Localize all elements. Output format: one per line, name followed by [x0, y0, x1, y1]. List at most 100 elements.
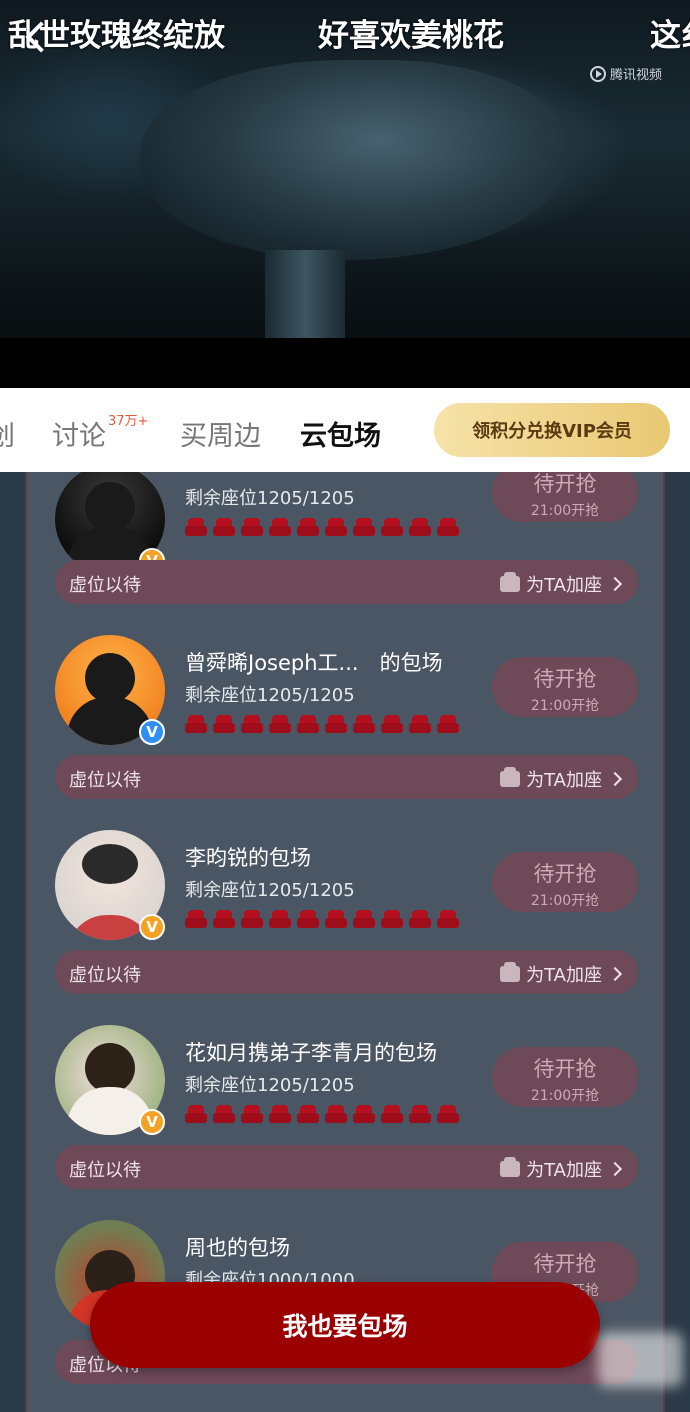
seat-icon: [297, 715, 319, 733]
sofa-icon: [500, 1157, 521, 1177]
seat-icon: [297, 518, 319, 536]
seat-icon: [185, 1105, 207, 1123]
grab-time: 21:00开抢: [530, 1088, 600, 1104]
grab-status: 待开抢: [533, 1057, 597, 1081]
create-screening-button[interactable]: 我也要包场: [90, 1282, 600, 1368]
seat-icon: [269, 910, 291, 928]
seat-row: [185, 715, 459, 733]
tab-discuss[interactable]: 讨论: [52, 414, 106, 453]
card-title: 花如月携弟子李青月的包场: [185, 1041, 437, 1065]
card-title: 曾舜晞Joseph工... 的包场: [185, 651, 443, 675]
seat-bar: 虚位以待 为TA加座: [55, 950, 638, 994]
grab-time: 21:00开抢: [530, 893, 600, 909]
seat-icon: [241, 518, 263, 536]
vacant-label: 虚位以待: [69, 575, 141, 596]
add-seat-label: 为TA加座: [526, 1160, 602, 1181]
seat-icon: [353, 1105, 375, 1123]
seat-icon: [185, 910, 207, 928]
seat-row: [185, 910, 459, 928]
seat-icon: [353, 518, 375, 536]
seat-icon: [213, 518, 235, 536]
seat-icon: [213, 910, 235, 928]
screening-card: V 曾舜晞Joseph工... 的包场 剩余座位1205/1205 待开抢 21…: [27, 615, 663, 810]
avatar-head: [85, 482, 135, 532]
grab-time: 21:00开抢: [530, 698, 600, 714]
vip-exchange-button[interactable]: 领积分兑换VIP会员: [434, 403, 670, 457]
seat-icon: [325, 1105, 347, 1123]
seat-icon: [353, 910, 375, 928]
seat-bar: 虚位以待 为TA加座: [55, 755, 638, 799]
seat-icon: [269, 518, 291, 536]
seat-icon: [213, 1105, 235, 1123]
add-seat-label: 为TA加座: [526, 770, 602, 791]
seat-icon: [325, 910, 347, 928]
tab-partial[interactable]: 创: [0, 414, 15, 453]
seat-icon: [297, 1105, 319, 1123]
seat-icon: [297, 910, 319, 928]
add-seat-button[interactable]: 为TA加座: [500, 961, 623, 987]
avatar-head: [85, 1043, 135, 1093]
seat-icon: [241, 1105, 263, 1123]
vacant-label: 虚位以待: [69, 770, 141, 791]
verified-badge-icon: V: [139, 719, 165, 745]
sofa-icon: [500, 962, 521, 982]
seat-bar: 虚位以待 为TA加座: [55, 1145, 638, 1189]
seat-icon: [269, 715, 291, 733]
screening-card: V 剩余座位1205/1205 待开抢 21:00开抢 虚位以待 为TA加座: [27, 472, 663, 615]
tab-merch[interactable]: 买周边: [180, 414, 261, 453]
avatar-head: [82, 844, 138, 884]
danmaku-comment: 这纟: [650, 18, 690, 54]
seat-count: 剩余座位1205/1205: [185, 488, 355, 509]
card-title: 周也的包场: [185, 1236, 290, 1260]
grab-pending-button[interactable]: 待开抢 21:00开抢: [492, 1047, 638, 1107]
verified-badge-icon: V: [139, 914, 165, 940]
video-player[interactable]: 乱世玫瑰终绽放 好喜欢姜桃花 这纟 腾讯视频: [0, 0, 690, 388]
sofa-icon: [500, 767, 521, 787]
seat-icon: [185, 715, 207, 733]
blurred-watermark: [598, 1332, 683, 1387]
seat-row: [185, 1105, 459, 1123]
grab-status: 待开抢: [533, 667, 597, 691]
chevron-right-icon: [607, 1161, 623, 1177]
seat-icon: [185, 518, 207, 536]
vacant-label: 虚位以待: [69, 1160, 141, 1181]
vacant-label: 虚位以待: [69, 965, 141, 986]
grab-pending-button[interactable]: 待开抢 21:00开抢: [492, 657, 638, 717]
add-seat-button[interactable]: 为TA加座: [500, 1156, 623, 1182]
seat-count: 剩余座位1205/1205: [185, 1075, 355, 1096]
grab-status: 待开抢: [533, 472, 597, 496]
add-seat-button[interactable]: 为TA加座: [500, 766, 623, 792]
seat-icon: [381, 1105, 403, 1123]
grab-time: 21:00开抢: [530, 503, 600, 519]
avatar-head: [85, 653, 135, 703]
tencent-logo-icon: [590, 65, 606, 82]
tab-cloud-screening[interactable]: 云包场: [300, 414, 381, 453]
sofa-icon: [500, 572, 521, 592]
seat-icon: [213, 715, 235, 733]
seat-icon: [269, 1105, 291, 1123]
chevron-right-icon: [607, 771, 623, 787]
grab-status: 待开抢: [533, 1252, 597, 1276]
watermark-text: 腾讯视频: [610, 68, 663, 83]
seat-icon: [353, 715, 375, 733]
card-title: 李昀锐的包场: [185, 846, 311, 870]
add-seat-label: 为TA加座: [526, 965, 602, 986]
seat-icon: [381, 910, 403, 928]
seat-bar: 虚位以待 为TA加座: [55, 560, 638, 604]
add-seat-label: 为TA加座: [526, 575, 602, 596]
grab-pending-button[interactable]: 待开抢 21:00开抢: [492, 472, 638, 522]
seat-icon: [325, 518, 347, 536]
seat-icon: [437, 1105, 459, 1123]
seat-icon: [409, 518, 431, 536]
seat-count: 剩余座位1205/1205: [185, 685, 355, 706]
grab-status: 待开抢: [533, 862, 597, 886]
seat-icon: [241, 715, 263, 733]
seat-icon: [241, 910, 263, 928]
seat-icon: [381, 518, 403, 536]
tencent-video-watermark: 腾讯视频: [590, 64, 662, 83]
add-seat-button[interactable]: 为TA加座: [500, 571, 623, 597]
seat-icon: [409, 1105, 431, 1123]
grab-pending-button[interactable]: 待开抢 21:00开抢: [492, 852, 638, 912]
tab-bar: 创 讨论 37万+ 买周边 云包场 领积分兑换VIP会员: [0, 388, 690, 472]
screening-list[interactable]: V 剩余座位1205/1205 待开抢 21:00开抢 虚位以待 为TA加座 V…: [25, 472, 665, 1412]
